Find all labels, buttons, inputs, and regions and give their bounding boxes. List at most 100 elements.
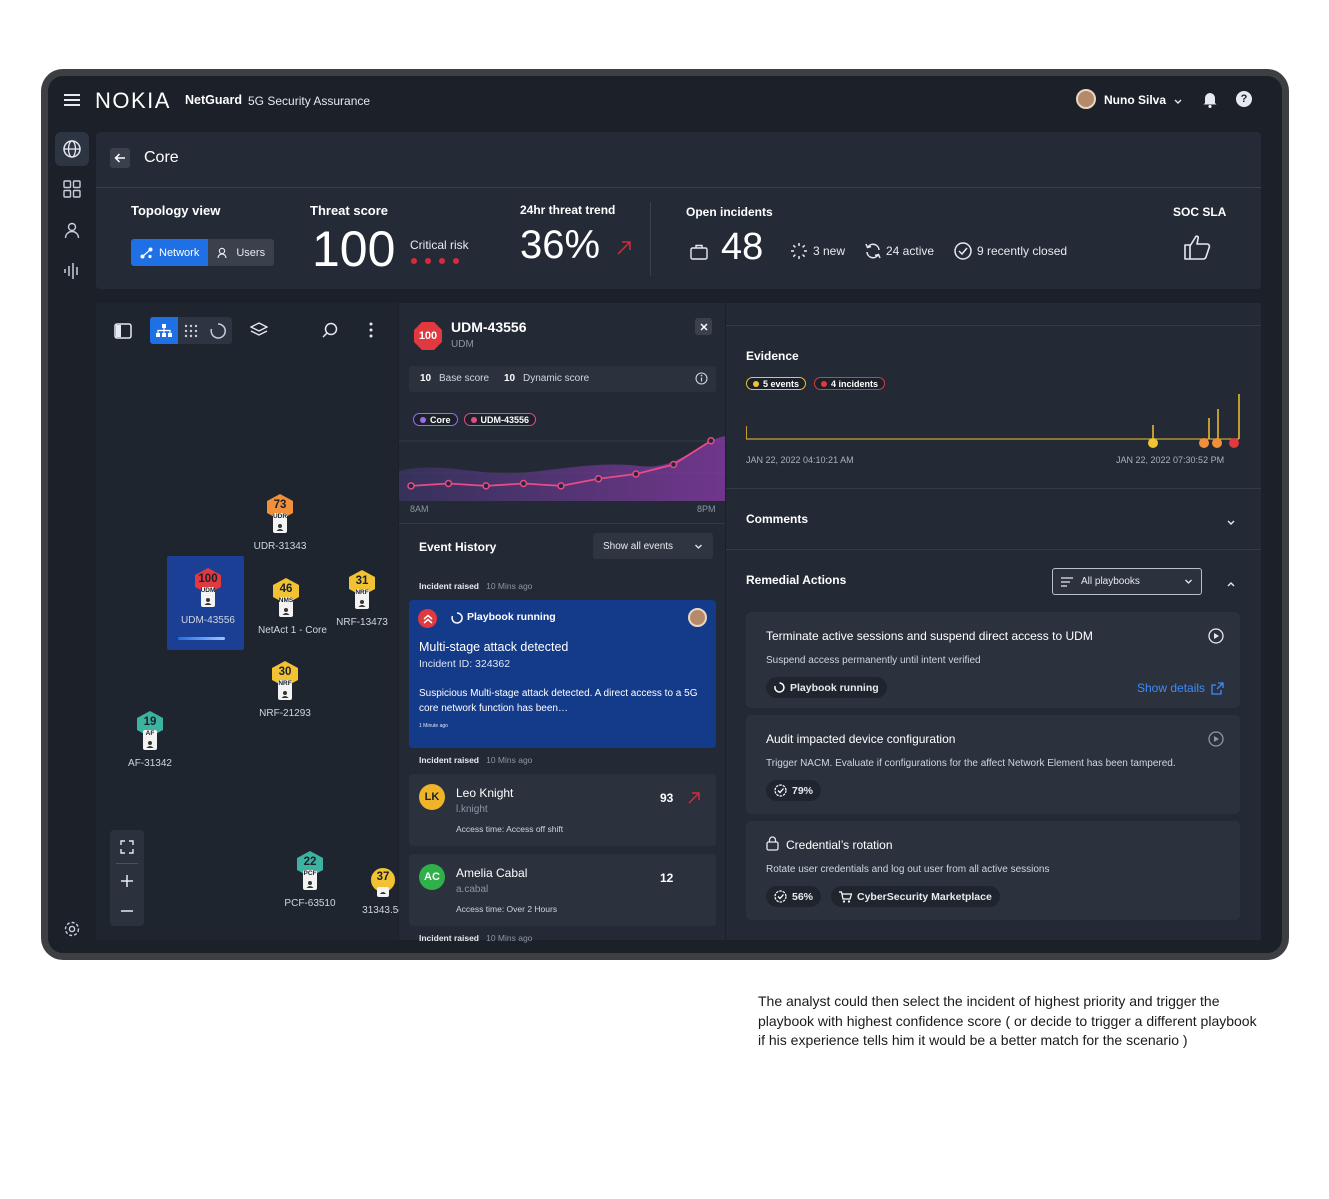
timeline-end: JAN 22, 2022 07:30:52 PM	[1116, 455, 1225, 465]
node-score: 46	[279, 583, 293, 595]
event-type: Incident raised	[419, 933, 479, 943]
menu-icon[interactable]	[64, 93, 80, 112]
chevron-down-icon[interactable]	[1226, 515, 1236, 533]
new-spinner-icon	[790, 242, 808, 265]
divider	[726, 488, 1261, 489]
dots-grid-icon[interactable]	[178, 317, 204, 344]
tab-users[interactable]: Users	[208, 239, 275, 266]
selected-node-bar	[178, 637, 225, 640]
assignee-avatar	[688, 608, 707, 627]
radial-icon[interactable]	[204, 317, 232, 344]
lock-icon	[766, 836, 779, 856]
chevron-down-icon[interactable]	[1173, 94, 1183, 112]
topology-node[interactable]: 22 PCF PCF-63510	[282, 850, 338, 909]
action-card-terminate[interactable]: Terminate active sessions and suspend di…	[746, 612, 1240, 708]
closed-incidents[interactable]: 9 recently closed	[977, 244, 1067, 258]
app-screen: NOKIA NetGuard 5G Security Assurance Nun…	[48, 76, 1282, 953]
node-type: NRF	[278, 680, 292, 687]
grid-icon[interactable]	[55, 172, 89, 206]
user-event-card[interactable]: AC Amelia Cabal a.cabal Access time: Ove…	[409, 854, 716, 926]
tag-udm-label: UDM-43556	[480, 414, 530, 425]
fullscreen-icon[interactable]	[120, 840, 134, 859]
node-type: NRF	[355, 589, 369, 596]
playbook-filter-select[interactable]: All playbooks	[1052, 568, 1202, 595]
chevron-down-icon	[695, 544, 702, 549]
globe-icon[interactable]	[55, 132, 89, 166]
data-point	[594, 475, 603, 483]
new-incidents[interactable]: 3 new	[813, 244, 845, 258]
more-vertical-icon[interactable]	[369, 322, 373, 343]
marketplace-chip[interactable]: CyberSecurity Marketplace	[831, 886, 1000, 907]
events-pill[interactable]: 5 events	[746, 377, 807, 390]
hierarchy-icon[interactable]	[150, 317, 178, 344]
show-details-link[interactable]: Show details	[1137, 681, 1224, 695]
threat-score-value: 100	[312, 221, 396, 277]
node-type: UDR	[272, 513, 288, 520]
data-point	[632, 470, 640, 478]
chart-x-start: 8AM	[410, 504, 429, 514]
topology-node[interactable]: 30 NRF NRF-21293	[257, 660, 313, 719]
active-incidents[interactable]: 24 active	[886, 244, 934, 258]
user-avatar[interactable]	[1076, 89, 1096, 109]
zoom-out-icon[interactable]	[120, 904, 134, 923]
info-icon[interactable]	[695, 372, 708, 390]
external-link-icon	[1211, 681, 1224, 695]
view-mode-toggle	[150, 317, 232, 344]
user-icon[interactable]	[55, 213, 89, 247]
node-label: UDM-43556	[181, 615, 235, 626]
user-name[interactable]: Nuno Silva	[1104, 93, 1166, 107]
tag-udm: UDM-43556	[463, 413, 537, 426]
incident-title: Multi-stage attack detected	[419, 640, 569, 654]
topology-node[interactable]: 31 NRF NRF-13473	[334, 569, 390, 628]
topology-node[interactable]: 46 NMS NetAct 1 - Core	[258, 577, 327, 636]
trend-up-arrow-icon	[616, 240, 632, 261]
data-point	[444, 479, 453, 488]
action-card-audit[interactable]: Audit impacted device configuration Trig…	[746, 715, 1240, 814]
action-card-credentials[interactable]: Credential’s rotation Rotate user creden…	[746, 821, 1240, 920]
trend-value: 36%	[520, 223, 601, 267]
event-group-header: Incident raised 10 Mins ago	[419, 581, 532, 591]
topology-node[interactable]: 100 UDM UDM-43556	[180, 567, 236, 626]
sidebar-toggle-icon[interactable]	[114, 323, 132, 344]
vertical-divider	[650, 202, 651, 276]
detail-subtitle: UDM	[451, 339, 474, 350]
zoom-in-icon[interactable]	[120, 874, 134, 893]
comments-title[interactable]: Comments	[746, 512, 808, 526]
score-trend-chart	[399, 436, 725, 501]
arrow-left-icon	[114, 153, 125, 163]
settings-gear-icon[interactable]	[55, 912, 89, 946]
event-group-header: Incident raised 10 Mins ago	[419, 933, 532, 943]
user-event-card[interactable]: LK Leo Knight l.knight Access time: Acce…	[409, 774, 716, 846]
tab-network[interactable]: Network	[131, 239, 209, 266]
open-incidents-label: Open incidents	[686, 205, 773, 219]
topology-node[interactable]: 73 UDR UDR-31343	[252, 493, 308, 552]
page-title: Core	[144, 149, 179, 166]
data-point	[519, 479, 528, 488]
search-icon[interactable]	[322, 322, 338, 343]
waveform-icon[interactable]	[55, 254, 89, 288]
tag-core: Core	[413, 413, 458, 426]
bell-icon[interactable]	[1202, 91, 1218, 113]
evidence-timeline	[746, 394, 1240, 448]
user-score: 12	[660, 871, 674, 885]
close-button[interactable]	[695, 318, 712, 335]
chevron-up-icon[interactable]	[1226, 576, 1236, 594]
thumbs-up-icon	[1182, 232, 1212, 267]
score-summary: 10 Base score 10 Dynamic score	[409, 366, 716, 392]
incident-card[interactable]: Playbook running Multi-stage attack dete…	[409, 600, 716, 748]
event-filter-select[interactable]: Show all events	[593, 533, 713, 559]
help-icon[interactable]: ?	[1236, 91, 1252, 107]
risk-dots	[411, 258, 459, 264]
network-icon	[140, 247, 153, 258]
back-button[interactable]	[110, 148, 130, 168]
layers-icon[interactable]	[249, 322, 269, 343]
incidents-pill[interactable]: 4 incidents	[814, 377, 886, 390]
play-icon[interactable]	[1208, 731, 1224, 752]
node-score: 73	[273, 499, 287, 511]
topology-node[interactable]: 19 AF AF-31342	[122, 710, 178, 769]
topology-toggle: Network Users	[131, 239, 275, 266]
node-score: 31	[355, 575, 369, 587]
play-icon[interactable]	[1208, 628, 1224, 649]
verified-badge-icon	[774, 890, 787, 903]
action-desc: Trigger NACM. Evaluate if configurations…	[766, 758, 1176, 769]
